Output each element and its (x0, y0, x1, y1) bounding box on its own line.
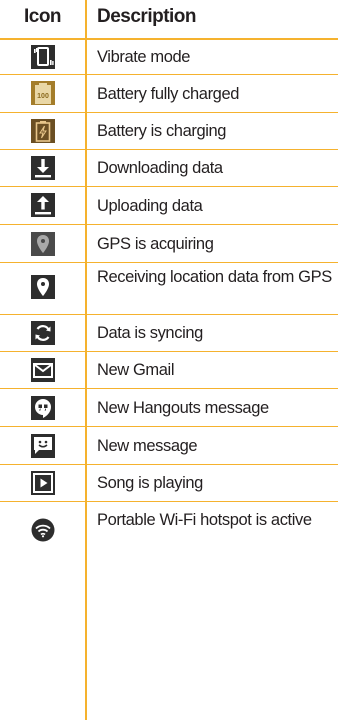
message-icon (31, 434, 55, 458)
battery-charging-icon (31, 119, 55, 143)
battery-full-icon: 100 (31, 81, 55, 105)
row-description: GPS is acquiring (97, 235, 214, 253)
table-row: Vibrate mode (0, 40, 338, 75)
table-row: Downloading data (0, 150, 338, 187)
row-description: Downloading data (97, 159, 223, 177)
row-description: New Hangouts message (97, 399, 269, 417)
table-row: Receiving location data from GPS (0, 263, 338, 315)
table-row: New Hangouts message (0, 389, 338, 427)
table-row: 100 Battery fully charged (0, 75, 338, 113)
table-row: Portable Wi-Fi hotspot is active (0, 502, 338, 560)
table-row: New message (0, 427, 338, 465)
table-row: Uploading data (0, 187, 338, 225)
row-description: Receiving location data from GPS (97, 268, 332, 286)
row-description: Song is playing (97, 474, 203, 492)
table-row: New Gmail (0, 352, 338, 389)
battery-level-text: 100 (37, 93, 49, 100)
gmail-icon (31, 358, 55, 382)
row-description: Vibrate mode (97, 48, 191, 66)
gps-location-icon (31, 275, 55, 299)
gps-acquiring-icon (31, 232, 55, 256)
row-description: Portable Wi-Fi hotspot is active (97, 511, 312, 529)
hangouts-icon (31, 396, 55, 420)
table-header: Icon Description (0, 0, 338, 40)
row-description: Data is syncing (97, 324, 203, 342)
row-description: Battery is charging (97, 122, 227, 140)
row-description: New message (97, 437, 198, 455)
row-description: Battery fully charged (97, 85, 240, 103)
row-description: Uploading data (97, 197, 203, 215)
wifi-hotspot-icon (31, 518, 55, 542)
download-icon (31, 156, 55, 180)
play-icon (31, 471, 55, 495)
upload-icon (31, 193, 55, 217)
table-row: Song is playing (0, 465, 338, 502)
table-row: Data is syncing (0, 315, 338, 352)
table-row: Battery is charging (0, 113, 338, 150)
header-description-label: Description (97, 6, 197, 27)
table-row: GPS is acquiring (0, 225, 338, 263)
vibrate-icon (31, 45, 55, 69)
sync-icon (31, 321, 55, 345)
header-icon-label: Icon (23, 6, 62, 27)
row-description: New Gmail (97, 361, 175, 379)
